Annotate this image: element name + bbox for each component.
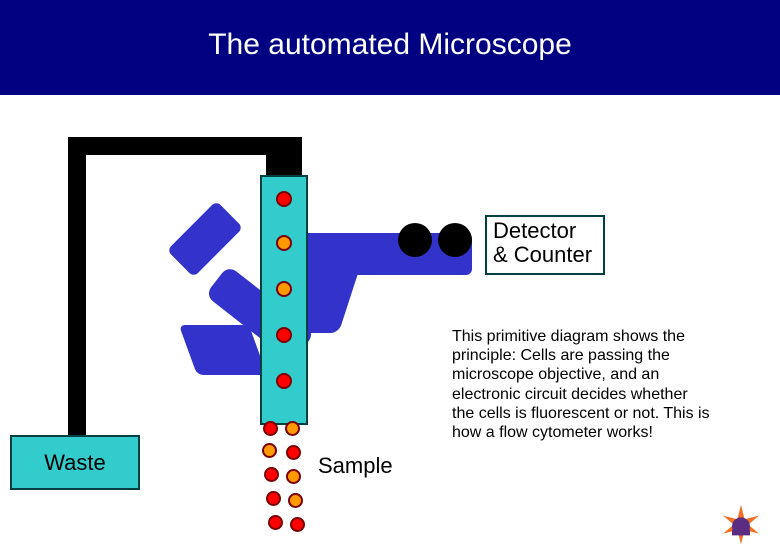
cell-dot bbox=[286, 469, 301, 484]
pipe-segment bbox=[68, 137, 266, 155]
microscope-base bbox=[167, 201, 243, 277]
cell-dot bbox=[288, 493, 303, 508]
cell-dot bbox=[276, 373, 292, 389]
detector-box: Detector & Counter bbox=[485, 215, 605, 275]
cell-dot bbox=[276, 327, 292, 343]
diagram-stage: Waste Detector & Counter Sample This pri… bbox=[0, 95, 780, 540]
cell-dot bbox=[286, 445, 301, 460]
cell-dot bbox=[276, 235, 292, 251]
pipe-segment bbox=[68, 137, 86, 437]
sample-label: Sample bbox=[318, 453, 393, 479]
detector-label-line1: Detector bbox=[493, 219, 597, 243]
title-bar: The automated Microscope bbox=[0, 0, 780, 95]
description-text: This primitive diagram shows the princip… bbox=[452, 327, 712, 442]
cell-dot bbox=[264, 467, 279, 482]
cell-dot bbox=[285, 421, 300, 436]
eyepiece-icon bbox=[438, 223, 472, 257]
cell-dot bbox=[268, 515, 283, 530]
cell-dot bbox=[263, 421, 278, 436]
waste-box: Waste bbox=[10, 435, 140, 490]
eyepiece-icon bbox=[398, 223, 432, 257]
waste-label: Waste bbox=[44, 450, 106, 476]
cell-dot bbox=[290, 517, 305, 532]
cell-dot bbox=[276, 281, 292, 297]
cell-dot bbox=[276, 191, 292, 207]
detector-label-line2: & Counter bbox=[493, 243, 597, 267]
cell-dot bbox=[266, 491, 281, 506]
pipe-segment bbox=[266, 137, 302, 175]
cell-dot bbox=[262, 443, 277, 458]
slide-title: The automated Microscope bbox=[0, 28, 780, 62]
